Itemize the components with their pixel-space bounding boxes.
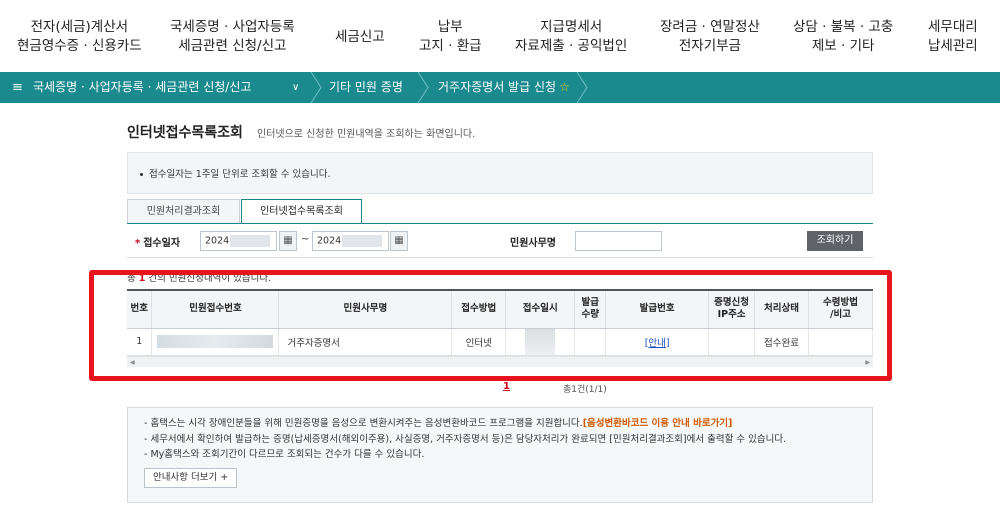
guide-link[interactable]: [안내]	[645, 338, 670, 349]
breadcrumb-item-other-certificate[interactable]: 기타 민원 증명	[329, 72, 403, 103]
nav-item-line: 세금신고	[335, 29, 385, 45]
more-info-button[interactable]: 안내사항 더보기 +	[144, 467, 238, 488]
column-header: 민원접수번호	[151, 291, 280, 329]
breadcrumb-current-label: 거주자증명서 발급 신청	[438, 80, 557, 94]
breadcrumb: ≡ 국세증명 · 사업자등록 · 세금관련 신청/신고 ∨ 기타 민원 증명 거…	[0, 71, 1000, 104]
calendar-icon[interactable]: ▦	[390, 231, 408, 251]
column-header: 발급 수량	[574, 291, 607, 329]
search-button[interactable]: 조회하기	[807, 231, 863, 251]
info-line: - My홈택스와 조회기간이 다르므로 조회되는 건수가 다를 수 있습니다.	[144, 449, 425, 460]
table-header-row: 번호 민원접수번호 민원사무명 접수방법 접수일시 발급 수량 발급번호 증명신…	[127, 291, 873, 329]
nav-item-consultation[interactable]: 상담 · 불복 · 고충 제보 · 기타	[793, 18, 893, 56]
date-from-input[interactable]: 2024	[200, 231, 277, 251]
column-header: 증명신청 IP주소	[708, 291, 756, 329]
column-header: 접수일시	[505, 291, 576, 329]
notice-box: 접수일자는 1주일 단위로 조회할 수 있습니다.	[127, 152, 873, 194]
page-title: 인터넷접수목록조회	[127, 125, 243, 141]
office-label: 민원사무명	[510, 238, 556, 249]
column-header: 처리상태	[754, 291, 809, 329]
column-header: 접수방법	[451, 291, 507, 329]
horizontal-scrollbar[interactable]: ◀ ▶	[127, 356, 873, 367]
nav-item-line: 현금영수증 · 신용카드	[17, 38, 142, 54]
notice-text: 접수일자는 1주일 단위로 조회할 수 있습니다.	[149, 169, 331, 180]
page-total: 총1건(1/1)	[563, 385, 607, 395]
office-name-input[interactable]	[575, 231, 662, 251]
scroll-right-icon[interactable]: ▶	[865, 359, 870, 366]
column-header: 수령방법 /비고	[808, 291, 873, 329]
tab-internet-receipt-list[interactable]: 인터넷접수목록조회	[241, 199, 362, 224]
nav-item-line: 납부	[437, 19, 463, 35]
nav-item-line: 세무대리	[928, 19, 978, 35]
info-line: - 세무서에서 확인하여 발급하는 증명(납세증명서(해외이주용), 사실증명,…	[144, 433, 787, 445]
tab-result-inquiry[interactable]: 민원처리결과조회	[127, 199, 240, 224]
menu-icon[interactable]: ≡	[12, 72, 23, 103]
breadcrumb-separator-icon	[575, 71, 589, 104]
cell-remark	[808, 328, 873, 356]
results-table: 번호 민원접수번호 민원사무명 접수방법 접수일시 발급 수량 발급번호 증명신…	[127, 289, 873, 367]
nav-item-incentive[interactable]: 장려금 · 연말정산 전자기부금	[660, 18, 760, 56]
nav-item-line: 전자기부금	[678, 38, 741, 54]
nav-item-tax-agent[interactable]: 세무대리 납세관리	[928, 18, 978, 56]
column-header: 민원사무명	[278, 291, 453, 329]
scroll-left-icon[interactable]: ◀	[130, 359, 135, 366]
star-icon[interactable]: ☆	[559, 80, 570, 94]
nav-item-line: 상담 · 불복 · 고충	[793, 19, 894, 35]
count-prefix: 총	[127, 273, 139, 284]
nav-item-payment[interactable]: 납부 고지 · 환급	[419, 18, 482, 56]
redacted-area	[230, 235, 271, 247]
info-text: - 홈택스는 시각 장애인분들을 위해 민원증명을 음성으로 변환시켜주는 음성…	[144, 418, 583, 429]
required-mark: *	[135, 238, 141, 249]
date-label-text: 접수일자	[143, 238, 181, 249]
date-label: * 접수일자	[135, 234, 180, 249]
info-box: - 홈택스는 시각 장애인분들을 위해 민원증명을 음성으로 변환시켜주는 음성…	[127, 407, 873, 503]
nav-item-line: 납세관리	[928, 38, 978, 54]
nav-item-line: 자료제출 · 공익법인	[515, 38, 628, 54]
calendar-icon[interactable]: ▦	[279, 231, 297, 251]
page-number-current[interactable]: 1	[503, 381, 510, 392]
date-to-value: 2024	[317, 235, 342, 247]
cell-datetime	[505, 328, 576, 356]
breadcrumb-item-category[interactable]: 국세증명 · 사업자등록 · 세금관련 신청/신고	[33, 72, 251, 103]
cell-receipt-no	[151, 328, 280, 356]
count-suffix: 건의 민원신청내역이 있습니다.	[145, 273, 272, 284]
nav-item-line: 세금관련 신청/신고	[178, 38, 287, 54]
page-description: 인터넷으로 신청한 민원내역을 조회하는 화면입니다.	[257, 129, 476, 140]
top-navigation: 전자(세금)계산서 현금영수증 · 신용카드 국세증명 · 사업자등록 세금관련…	[0, 0, 1000, 70]
nav-item-payment-statement[interactable]: 지급명세서 자료제출 · 공익법인	[515, 18, 627, 56]
date-range-separator: ~	[301, 234, 310, 245]
cell-no: 1	[127, 328, 153, 356]
redacted-area	[157, 335, 274, 348]
cell-status: 접수완료	[754, 328, 809, 356]
nav-item-line: 제보 · 기타	[811, 38, 875, 54]
column-header: 발급번호	[605, 291, 710, 329]
nav-item-tax-filing[interactable]: 세금신고	[335, 28, 385, 47]
nav-item-line: 지급명세서	[540, 19, 603, 35]
date-to-input[interactable]: 2024	[312, 231, 389, 251]
cell-office-name: 거주자증명서	[278, 328, 453, 356]
breadcrumb-item-current: 거주자증명서 발급 신청 ☆	[438, 72, 570, 103]
cell-method: 인터넷	[451, 328, 507, 356]
breadcrumb-separator-icon	[309, 71, 323, 104]
voice-barcode-link[interactable]: [음성변환바코드 이용 안내 바로가기]	[583, 418, 733, 429]
info-line: - 홈택스는 시각 장애인분들을 위해 민원증명을 음성으로 변환시켜주는 음성…	[144, 416, 872, 432]
redacted-area	[342, 235, 383, 247]
table-row[interactable]: 1 거주자증명서 인터넷 [안내] 접수완료	[127, 328, 873, 356]
search-form: * 접수일자 2024 ▦ ~ 2024 ▦ 민원사무명 조회하기	[127, 224, 873, 258]
chevron-down-icon[interactable]: ∨	[292, 72, 299, 103]
column-header: 번호	[127, 291, 153, 329]
nav-item-line: 국세증명 · 사업자등록	[170, 19, 295, 35]
bullet-icon	[140, 173, 143, 176]
nav-item-line: 장려금 · 연말정산	[660, 19, 760, 35]
breadcrumb-separator-icon	[416, 71, 430, 104]
cell-qty	[574, 328, 607, 356]
nav-item-e-tax-invoice[interactable]: 전자(세금)계산서 현금영수증 · 신용카드	[17, 18, 142, 56]
result-count: 총 1 건의 민원신청내역이 있습니다.	[127, 270, 271, 284]
nav-item-tax-certificate[interactable]: 국세증명 · 사업자등록 세금관련 신청/신고	[170, 18, 295, 56]
redacted-area	[525, 328, 556, 355]
cell-issue-no: [안내]	[605, 328, 710, 356]
nav-item-line: 고지 · 환급	[419, 38, 482, 54]
cell-ip	[708, 328, 756, 356]
date-from-value: 2024	[205, 235, 230, 247]
nav-item-line: 전자(세금)계산서	[30, 19, 129, 35]
